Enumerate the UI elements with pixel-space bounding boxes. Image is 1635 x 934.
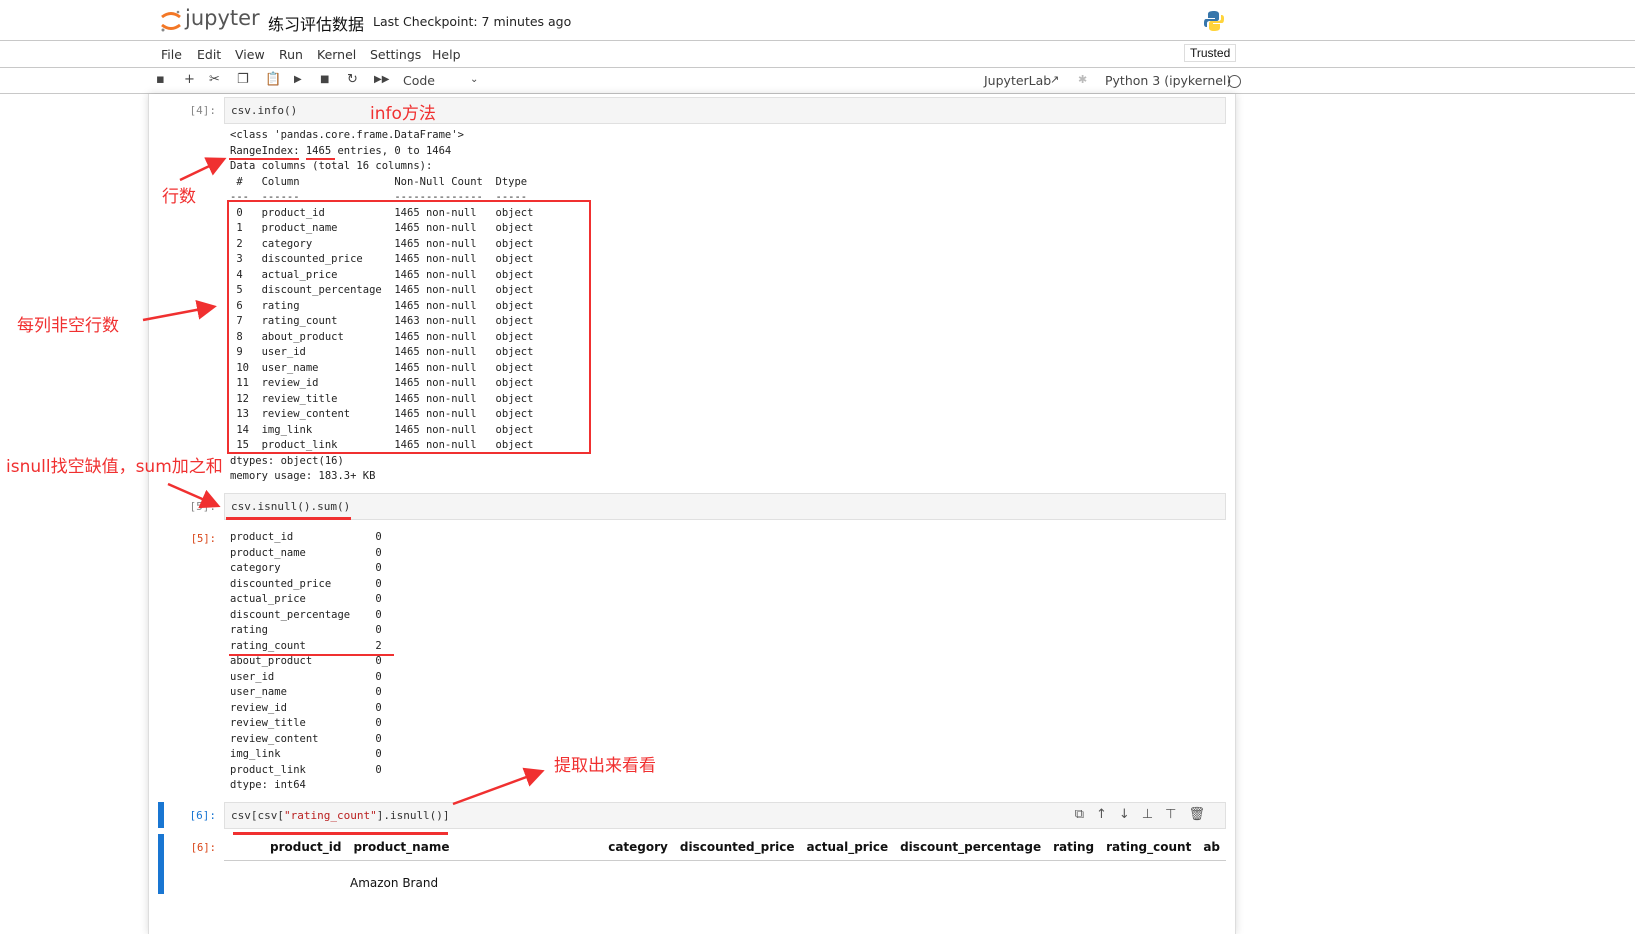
kernel-status-icon [1228,75,1241,88]
col-actual-price: actual_price [806,840,889,854]
run-icon[interactable]: ▶ [294,74,302,85]
header: jupyter 练习评估数据 Last Checkpoint: 7 minute… [0,0,1635,41]
cell-prompt: [4]: [189,104,217,117]
jupyter-logo-icon [161,10,181,32]
copy-icon[interactable]: ❐ [237,72,249,87]
checkpoint-status: Last Checkpoint: 7 minutes ago [373,14,572,29]
underline [229,654,394,656]
annotation-info: info方法 [370,104,436,124]
jupyterlab-link[interactable]: JupyterLab [984,73,1051,88]
restart-icon[interactable]: ↻ [347,72,358,87]
col-discounted-price: discounted_price [679,840,795,854]
code-part: ].isnull()] [376,809,450,822]
code-text: csv.info() [231,104,298,117]
output-prompt: [6]: [190,842,216,854]
menu-kernel[interactable]: Kernel [317,47,356,62]
col-category: category [608,840,668,854]
underline [306,158,335,160]
save-icon[interactable]: ▪ [156,72,165,87]
code-cell-input[interactable]: csv[csv["rating_count"].isnull()] ⧉↑↓⊥⊤🗑 [224,802,1226,829]
trusted-badge[interactable]: Trusted [1184,44,1237,62]
menu-bar: File Edit View Run Kernel Settings Help … [0,41,1635,68]
col-rating: rating [1053,840,1095,854]
annotation-nonnull: 每列非空行数 [17,316,119,336]
add-cell-icon[interactable]: + [184,72,195,87]
highlight-box [227,200,591,454]
insert-below-icon[interactable]: ⊤ [1165,807,1188,822]
cell-prompt: [5]: [189,500,217,513]
col-rating-count: rating_count [1106,840,1192,854]
output-prompt: [5]: [190,533,216,545]
code-part: csv[csv[ [231,809,284,822]
code-cell-input[interactable]: csv.isnull().sum() [224,493,1226,520]
cell-actions: ⧉↑↓⊥⊤🗑 [1075,807,1217,822]
cell-output: product_id 0 product_name 0 category 0 d… [230,531,382,791]
table-cell: Amazon Brand [350,876,439,890]
code-text: csv[csv["rating_count"].isnull()] [231,809,450,822]
chevron-down-icon[interactable]: ⌄ [470,74,478,85]
delete-icon[interactable]: 🗑 [1188,807,1217,822]
external-link-icon: ↗ [1050,73,1060,86]
menu-settings[interactable]: Settings [370,47,421,62]
underline [226,517,351,520]
code-string: "rating_count" [283,809,377,822]
col-discount-percentage: discount_percentage [900,840,1042,854]
move-down-icon[interactable]: ↓ [1119,807,1142,822]
code-text: csv.isnull().sum() [231,500,351,513]
stop-icon[interactable]: ■ [320,74,329,85]
col-product-id: product_id [270,840,342,854]
menu-help[interactable]: Help [432,47,461,62]
notebook-title[interactable]: 练习评估数据 [268,11,364,35]
paste-icon[interactable]: 📋 [265,72,281,87]
menu-run[interactable]: Run [279,47,303,62]
move-up-icon[interactable]: ↑ [1096,807,1119,822]
menu-file[interactable]: File [161,47,182,62]
annotation-rows: 行数 [162,187,196,207]
insert-above-icon[interactable]: ⊥ [1142,807,1165,822]
cell-type-select[interactable]: Code [403,73,435,88]
dataframe-header: product_id product_name category discoun… [224,838,1226,861]
col-about-product: ab [1203,840,1220,854]
jupyter-wordmark: jupyter [185,6,260,30]
menu-edit[interactable]: Edit [197,47,221,62]
annotation-isnull: isnull找空缺值，sum加之和 [6,457,223,477]
python-logo-icon [1204,11,1224,31]
annotation-extract: 提取出来看看 [554,756,656,776]
col-product-name: product_name [353,840,450,854]
debugger-bug-icon[interactable]: ✱ [1078,73,1087,86]
toolbar: ▪ + ✂ ❐ 📋 ▶ ■ ↻ ▶▶ Code ⌄ JupyterLab ↗ ✱… [0,68,1635,94]
underline [233,832,448,835]
duplicate-icon[interactable]: ⧉ [1075,807,1096,822]
fast-forward-icon[interactable]: ▶▶ [374,74,389,85]
underline [229,158,299,160]
cut-icon[interactable]: ✂ [209,72,220,87]
cell-prompt: [6]: [189,809,217,822]
kernel-name[interactable]: Python 3 (ipykernel) [1105,73,1231,88]
menu-view[interactable]: View [235,47,265,62]
